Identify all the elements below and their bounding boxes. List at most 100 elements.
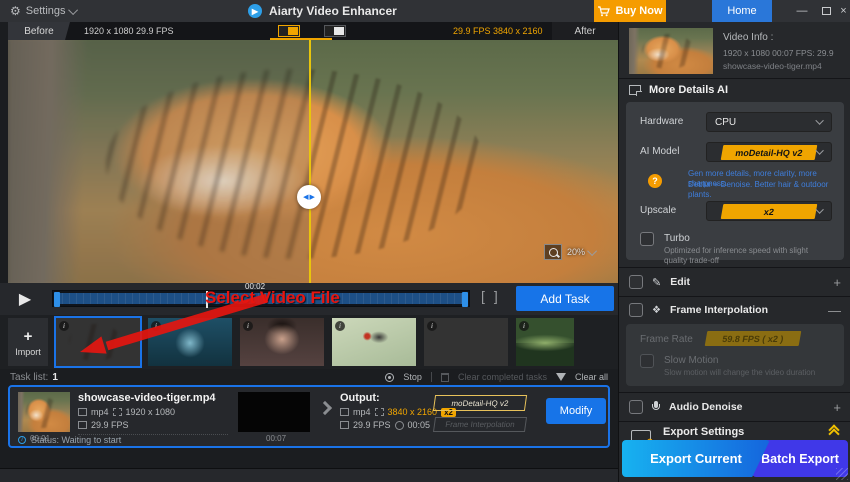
divider	[619, 296, 850, 297]
close-button[interactable]: ×	[837, 0, 850, 22]
play-icon: ▶	[19, 289, 31, 309]
info-icon[interactable]: i	[427, 321, 437, 331]
playhead[interactable]	[206, 291, 208, 308]
cart-icon	[597, 6, 610, 17]
output-resolution: 3840 x 2160	[388, 407, 438, 417]
side-by-side-view-toggle[interactable]	[324, 25, 346, 37]
info-icon[interactable]: i	[59, 321, 69, 331]
audio-denoise-checkbox[interactable]	[629, 400, 643, 414]
import-button[interactable]: + Import	[8, 318, 48, 366]
thumbnail-forest[interactable]: i	[516, 318, 574, 366]
title-bar: ⚙ Settings ▶ Aiarty Video Enhancer Buy N…	[0, 0, 850, 22]
upscale-value-badge: x2	[721, 204, 818, 219]
home-label: Home	[727, 5, 756, 17]
tab-after[interactable]: After	[552, 22, 618, 40]
upscale-label: Upscale	[640, 205, 676, 216]
clear-completed-button[interactable]: Clear completed tasks	[458, 372, 547, 382]
clear-all-button[interactable]: Clear all	[575, 372, 608, 382]
info-icon[interactable]: i	[243, 321, 253, 331]
thumbnail-baby[interactable]: i	[424, 318, 508, 366]
thumbnail-tiger[interactable]: i	[56, 318, 140, 366]
export-current-button[interactable]: Export Current	[622, 440, 770, 477]
maximize-button[interactable]	[813, 0, 839, 22]
bracket-right: ]	[494, 288, 507, 304]
home-button[interactable]: Home	[712, 0, 772, 22]
split-view-toggle[interactable]	[278, 25, 300, 37]
modify-button[interactable]: Modify	[546, 398, 606, 424]
task-output-thumbnail	[238, 392, 310, 432]
ai-model-description-2: Deblur + Denoise. Better hair & outdoor …	[688, 180, 840, 200]
hardware-select[interactable]: CPU	[706, 112, 832, 132]
frame-interpolation-row[interactable]: ❖ Frame Interpolation —	[619, 300, 850, 320]
ai-model-select[interactable]: moDetail-HQ v2	[706, 142, 832, 162]
minimize-button[interactable]: —	[789, 0, 815, 22]
timeline[interactable]: 00:02	[52, 290, 470, 307]
more-details-ai-header[interactable]: More Details AI	[629, 84, 728, 96]
tab-before[interactable]: Before	[8, 22, 70, 40]
output-label: Output:	[340, 392, 380, 404]
edit-checkbox[interactable]	[629, 275, 643, 289]
transport-bar: ▶ 00:02 [] Add Task	[0, 283, 618, 315]
audio-denoise-label: Audio Denoise	[669, 401, 743, 413]
app-window: ⚙ Settings ▶ Aiarty Video Enhancer Buy N…	[0, 0, 850, 482]
settings-menu[interactable]: ⚙ Settings	[0, 4, 78, 18]
compare-divider-handle[interactable]: ◀ ▶	[297, 185, 321, 209]
export-settings-label: Export Settings	[663, 426, 744, 438]
thumbnail-hummingbird[interactable]: i	[332, 318, 416, 366]
trim-brackets-button[interactable]: []	[481, 288, 507, 304]
thumbnail-portrait[interactable]: i	[240, 318, 324, 366]
buy-now-button[interactable]: Buy Now	[594, 0, 666, 22]
frame-interpolation-badge: Frame Interpolation	[433, 417, 527, 432]
minimize-icon: —	[797, 5, 808, 17]
pencil-icon: ✎	[652, 276, 661, 289]
task-list-area: Task list:1 Stop Clear completed tasks C…	[0, 369, 618, 482]
handle-left-arrow-icon: ◀	[303, 193, 308, 201]
zoom-control[interactable]: 20%	[544, 244, 597, 260]
edit-label: Edit	[670, 276, 690, 288]
input-fps: 29.9 FPS	[91, 420, 129, 430]
microphone-icon	[652, 401, 660, 413]
playhead-time: 00:02	[245, 282, 265, 291]
task-filename: showcase-video-tiger.mp4	[78, 392, 216, 404]
trash-icon	[441, 373, 449, 382]
stop-button[interactable]: Stop	[403, 372, 422, 382]
collapse-frame-interpolation-button[interactable]: —	[828, 303, 841, 318]
resolution-icon	[113, 408, 122, 416]
add-task-button[interactable]: Add Task	[516, 286, 614, 311]
task-list-actions: Stop Clear completed tasks Clear all	[385, 372, 608, 382]
collapse-export-settings-button[interactable]	[830, 430, 838, 438]
info-icon[interactable]: i	[519, 321, 529, 331]
audio-denoise-row[interactable]: Audio Denoise +	[619, 397, 850, 417]
source-resolution-label: 1920 x 1080 29.9 FPS	[84, 26, 174, 36]
resize-grip[interactable]	[836, 468, 848, 480]
frame-interpolation-label: Frame Interpolation	[670, 304, 768, 316]
info-icon[interactable]: i	[151, 321, 161, 331]
chevron-down-icon	[815, 116, 823, 124]
edit-section-row[interactable]: ✎ Edit +	[619, 272, 850, 292]
upscale-select[interactable]: x2	[706, 201, 832, 221]
info-icon[interactable]: i	[335, 321, 345, 331]
trim-start-handle[interactable]	[54, 292, 60, 307]
frame-interpolation-checkbox[interactable]	[629, 303, 643, 317]
clock-icon	[395, 421, 404, 430]
output-format: mp4	[353, 407, 371, 417]
batch-export-label: Batch Export	[761, 452, 839, 466]
slow-motion-checkbox[interactable]	[640, 354, 654, 368]
expand-audio-denoise-button[interactable]: +	[833, 400, 841, 415]
chevron-down-icon	[815, 146, 823, 154]
trim-end-handle[interactable]	[462, 292, 468, 307]
input-format: mp4	[91, 407, 109, 417]
frame-rate-label: Frame Rate	[640, 334, 693, 345]
turbo-checkbox[interactable]	[640, 232, 654, 246]
magnifier-icon	[544, 244, 562, 260]
help-icon[interactable]: ?	[648, 174, 662, 188]
input-resolution: 1920 x 1080	[126, 407, 176, 417]
task-row[interactable]: 00:01 showcase-video-tiger.mp4 mp4 1920 …	[8, 385, 610, 448]
thumbnail-underwater[interactable]: i	[148, 318, 232, 366]
import-label: Import	[15, 347, 41, 357]
task-input-thumbnail	[18, 392, 70, 432]
expand-edit-button[interactable]: +	[833, 275, 841, 290]
clear-all-icon	[556, 373, 566, 381]
status-info-icon: i	[18, 436, 26, 444]
play-button[interactable]: ▶	[10, 286, 40, 312]
